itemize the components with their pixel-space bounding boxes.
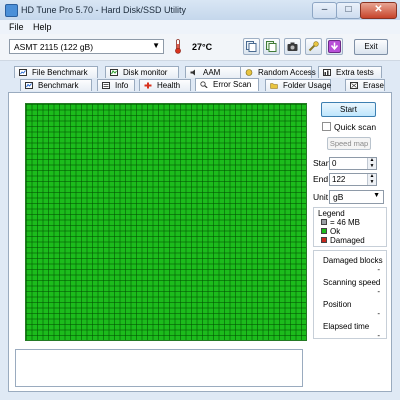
health-cross-icon (144, 82, 152, 89)
elapsed-time-value: - (377, 331, 380, 340)
save-button[interactable] (326, 38, 343, 55)
magnifier-icon (200, 81, 208, 88)
scan-log-area (15, 349, 303, 387)
elapsed-time-label: Elapsed time (323, 322, 370, 331)
copy-info-button[interactable] (243, 38, 260, 55)
tab-disk-monitor[interactable]: Disk monitor (105, 66, 179, 78)
maximize-button[interactable]: □ (336, 2, 361, 19)
info-icon (102, 82, 110, 89)
window-title: HD Tune Pro 5.70 - Hard Disk/SSD Utility (21, 5, 187, 15)
drive-select-value: ASMT 2115 (122 gB) (14, 42, 94, 52)
title-bar: HD Tune Pro 5.70 - Hard Disk/SSD Utility… (0, 0, 400, 21)
scanning-speed-label: Scanning speed (323, 278, 381, 287)
tab-info[interactable]: Info (97, 79, 135, 91)
quick-scan-checkbox[interactable] (322, 122, 331, 131)
app-icon (5, 4, 18, 17)
thermometer-icon (175, 39, 181, 54)
quick-scan-label: Quick scan (334, 122, 377, 132)
scan-stats-box: Damaged blocks - Scanning speed - Positi… (313, 250, 387, 340)
copy-all-button[interactable] (263, 38, 280, 55)
toolbar: ASMT 2115 (122 gB) ▼ 27°C Exit (0, 34, 400, 61)
wrench-icon (308, 41, 319, 52)
scanning-speed-value: - (377, 287, 380, 296)
speaker-icon (190, 69, 195, 76)
chevron-down-icon: ▼ (152, 41, 160, 50)
damaged-blocks-label: Damaged blocks (323, 256, 383, 265)
end-position-input[interactable]: 122 ▲ ▼ (329, 173, 377, 186)
tab-file-benchmark[interactable]: File Benchmark (14, 66, 98, 78)
temperature-readout: 27°C (192, 42, 213, 52)
file-benchmark-icon (19, 69, 27, 76)
speed-map-button[interactable]: Speed map (327, 137, 371, 150)
menu-bar: File Help (0, 20, 400, 34)
legend-title: Legend (318, 209, 345, 218)
screenshot-button[interactable] (284, 38, 301, 55)
drive-select[interactable]: ASMT 2115 (122 gB) ▼ (9, 39, 164, 54)
close-button[interactable]: ✕ (360, 2, 397, 19)
unit-label: Unit (313, 192, 329, 202)
exit-button[interactable]: Exit (354, 39, 388, 55)
error-scan-block-map (25, 103, 307, 341)
copy-icon (246, 41, 257, 52)
position-label: Position (323, 300, 352, 309)
tab-folder-usage[interactable]: Folder Usage (265, 79, 331, 91)
damaged-blocks-value: - (377, 265, 380, 274)
benchmark-icon (25, 82, 33, 89)
tab-random-access[interactable]: Random Access (240, 66, 316, 78)
start-position-input[interactable]: 0 ▲ ▼ (329, 157, 377, 170)
position-value: - (377, 309, 380, 318)
menu-help[interactable]: Help (33, 22, 52, 32)
spin-arrows-icon[interactable]: ▲ ▼ (367, 157, 376, 169)
legend-swatch-green (321, 228, 327, 234)
tab-extra-tests[interactable]: Extra tests (318, 66, 382, 78)
tab-aam[interactable]: AAM (185, 66, 247, 78)
chevron-down-icon: ▼ (373, 192, 380, 199)
unit-select-value: gB (333, 192, 344, 202)
tab-erase[interactable]: Erase (345, 79, 385, 91)
download-arrow-icon (328, 40, 341, 53)
tab-health[interactable]: Health (139, 79, 191, 91)
tab-benchmark[interactable]: Benchmark (20, 79, 92, 91)
erase-icon (350, 82, 358, 89)
random-access-icon (245, 69, 253, 76)
start-position-value: 0 (332, 159, 337, 168)
disk-monitor-icon (110, 69, 118, 76)
legend-swatch-red (321, 237, 327, 243)
options-button[interactable] (305, 38, 322, 55)
copy-all-icon (266, 41, 277, 52)
minimize-button[interactable]: – (312, 2, 337, 19)
start-button[interactable]: Start (321, 102, 376, 117)
folder-icon (270, 83, 278, 89)
menu-file[interactable]: File (9, 22, 24, 32)
end-field-label: End (313, 174, 329, 184)
end-position-value: 122 (332, 175, 346, 184)
camera-icon (287, 42, 298, 51)
spin-arrows-icon[interactable]: ▲ ▼ (367, 173, 376, 185)
legend-box: Legend = 46 MB Ok Damaged (313, 207, 387, 247)
extra-tests-icon (323, 69, 331, 76)
legend-swatch-gray (321, 219, 327, 225)
unit-select[interactable]: gB ▼ (329, 190, 384, 204)
tab-error-scan[interactable]: Error Scan (195, 78, 259, 91)
